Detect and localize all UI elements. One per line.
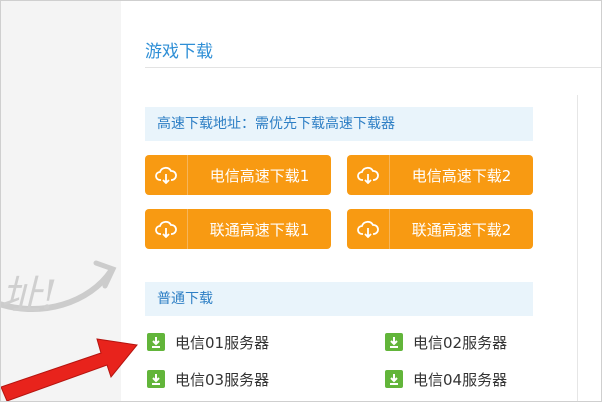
red-pointer-arrow-icon — [1, 338, 138, 401]
screenshot-frame: 址! 游戏下载 高速下载地址：需优先下载高速下载器 电信高速下载1 电信高速下载… — [0, 0, 602, 402]
